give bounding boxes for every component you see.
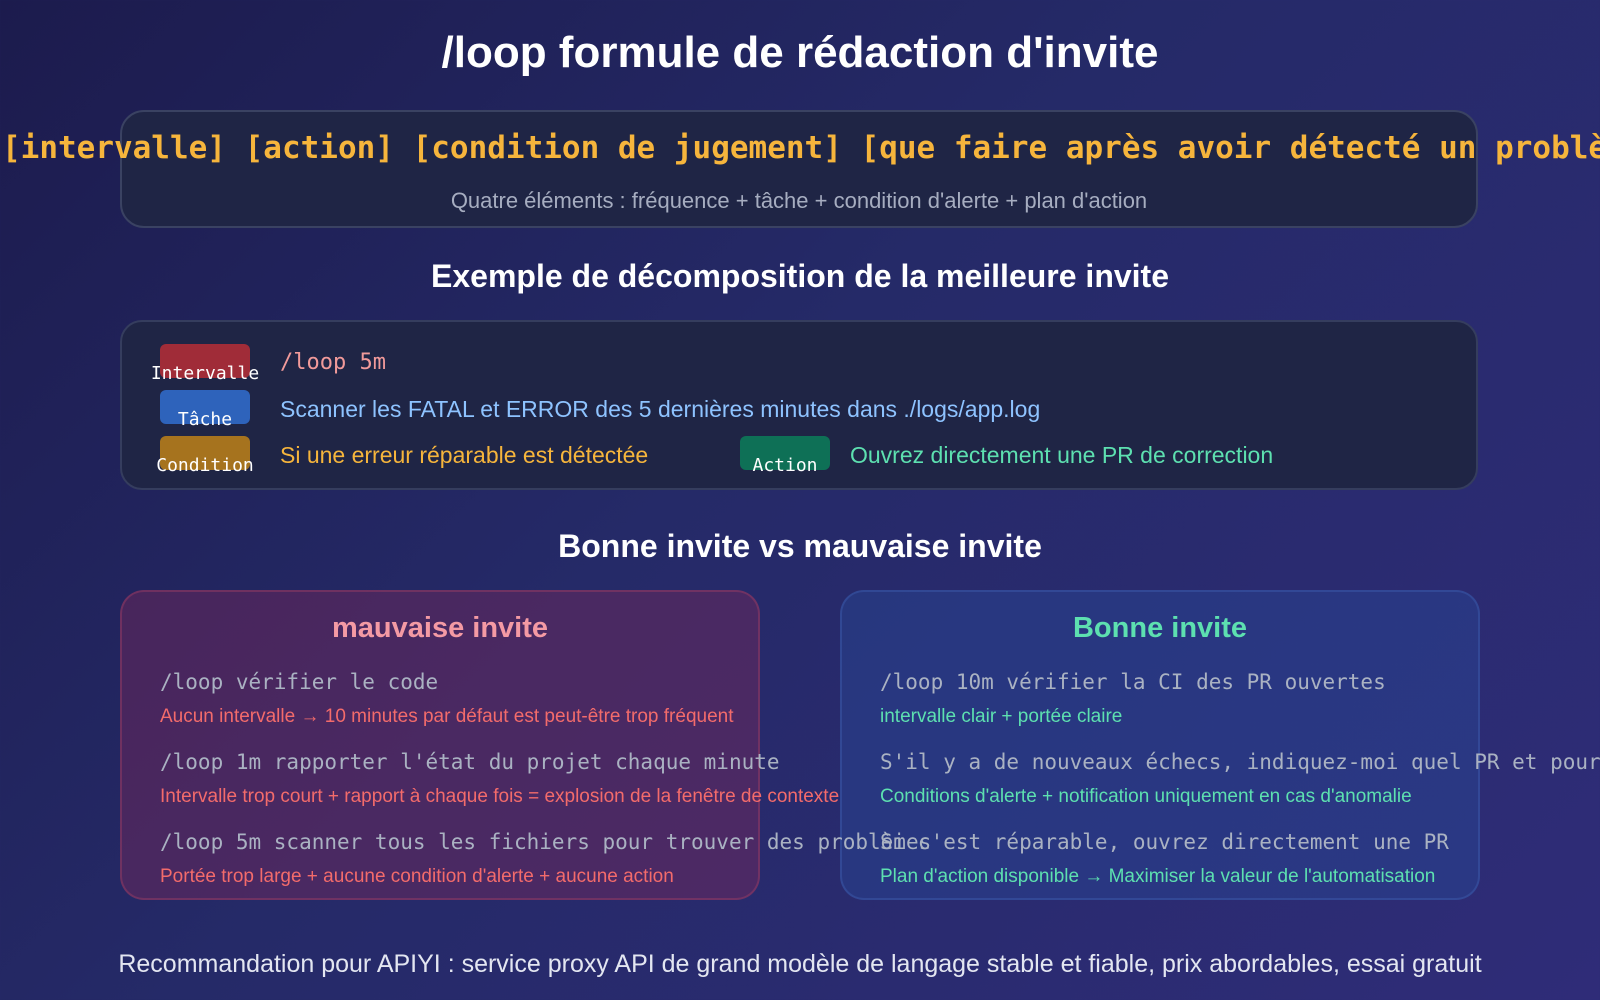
- formula-text: [intervalle] [action] [condition de juge…: [2, 130, 1600, 166]
- tag-action: Action: [740, 436, 830, 476]
- good-prompt-title: Bonne invite: [1072, 612, 1247, 644]
- bad-prompt-note: Intervalle trop court + rapport à chaque…: [160, 786, 840, 807]
- example-task-text: Scanner les FATAL et ERROR des 5 dernièr…: [280, 396, 1041, 422]
- tag-condition: Condition: [156, 436, 254, 476]
- tag-interval: Intervalle: [151, 344, 259, 384]
- good-prompt-code: Si c'est réparable, ouvrez directement u…: [880, 830, 1449, 854]
- example-interval-text: /loop 5m: [280, 350, 386, 375]
- good-prompt-note: intervalle clair + portée claire: [880, 706, 1123, 727]
- bad-prompt-note: Aucun intervalle → 10 minutes par défaut…: [160, 706, 734, 727]
- formula-subtitle: Quatre éléments : fréquence + tâche + co…: [450, 188, 1148, 213]
- example-condition-text: Si une erreur réparable est détectée: [280, 442, 649, 468]
- good-prompt-code: /loop 10m vérifier la CI des PR ouvertes: [880, 670, 1386, 694]
- bad-prompt-code: /loop 1m rapporter l'état du projet chaq…: [160, 750, 780, 774]
- bad-prompt-code: /loop 5m scanner tous les fichiers pour …: [160, 830, 932, 854]
- bad-prompt-code: /loop vérifier le code: [160, 670, 439, 694]
- page-title: /loop formule de rédaction d'invite: [441, 28, 1159, 77]
- good-prompt-note: Conditions d'alerte + notification uniqu…: [880, 786, 1412, 807]
- comparison-heading: Bonne invite vs mauvaise invite: [558, 528, 1042, 564]
- tag-task: Tâche: [160, 390, 250, 430]
- bad-prompt-note: Portée trop large + aucune condition d'a…: [160, 866, 674, 887]
- good-prompt-note: Plan d'action disponible → Maximiser la …: [880, 866, 1436, 887]
- example-action-text: Ouvrez directement une PR de correction: [850, 442, 1274, 468]
- footer-recommendation: Recommandation pour APIYI : service prox…: [118, 950, 1482, 978]
- good-prompt-code: S'il y a de nouveaux échecs, indiquez-mo…: [880, 750, 1600, 774]
- example-heading: Exemple de décomposition de la meilleure…: [431, 258, 1169, 294]
- bad-prompt-title: mauvaise invite: [332, 612, 548, 644]
